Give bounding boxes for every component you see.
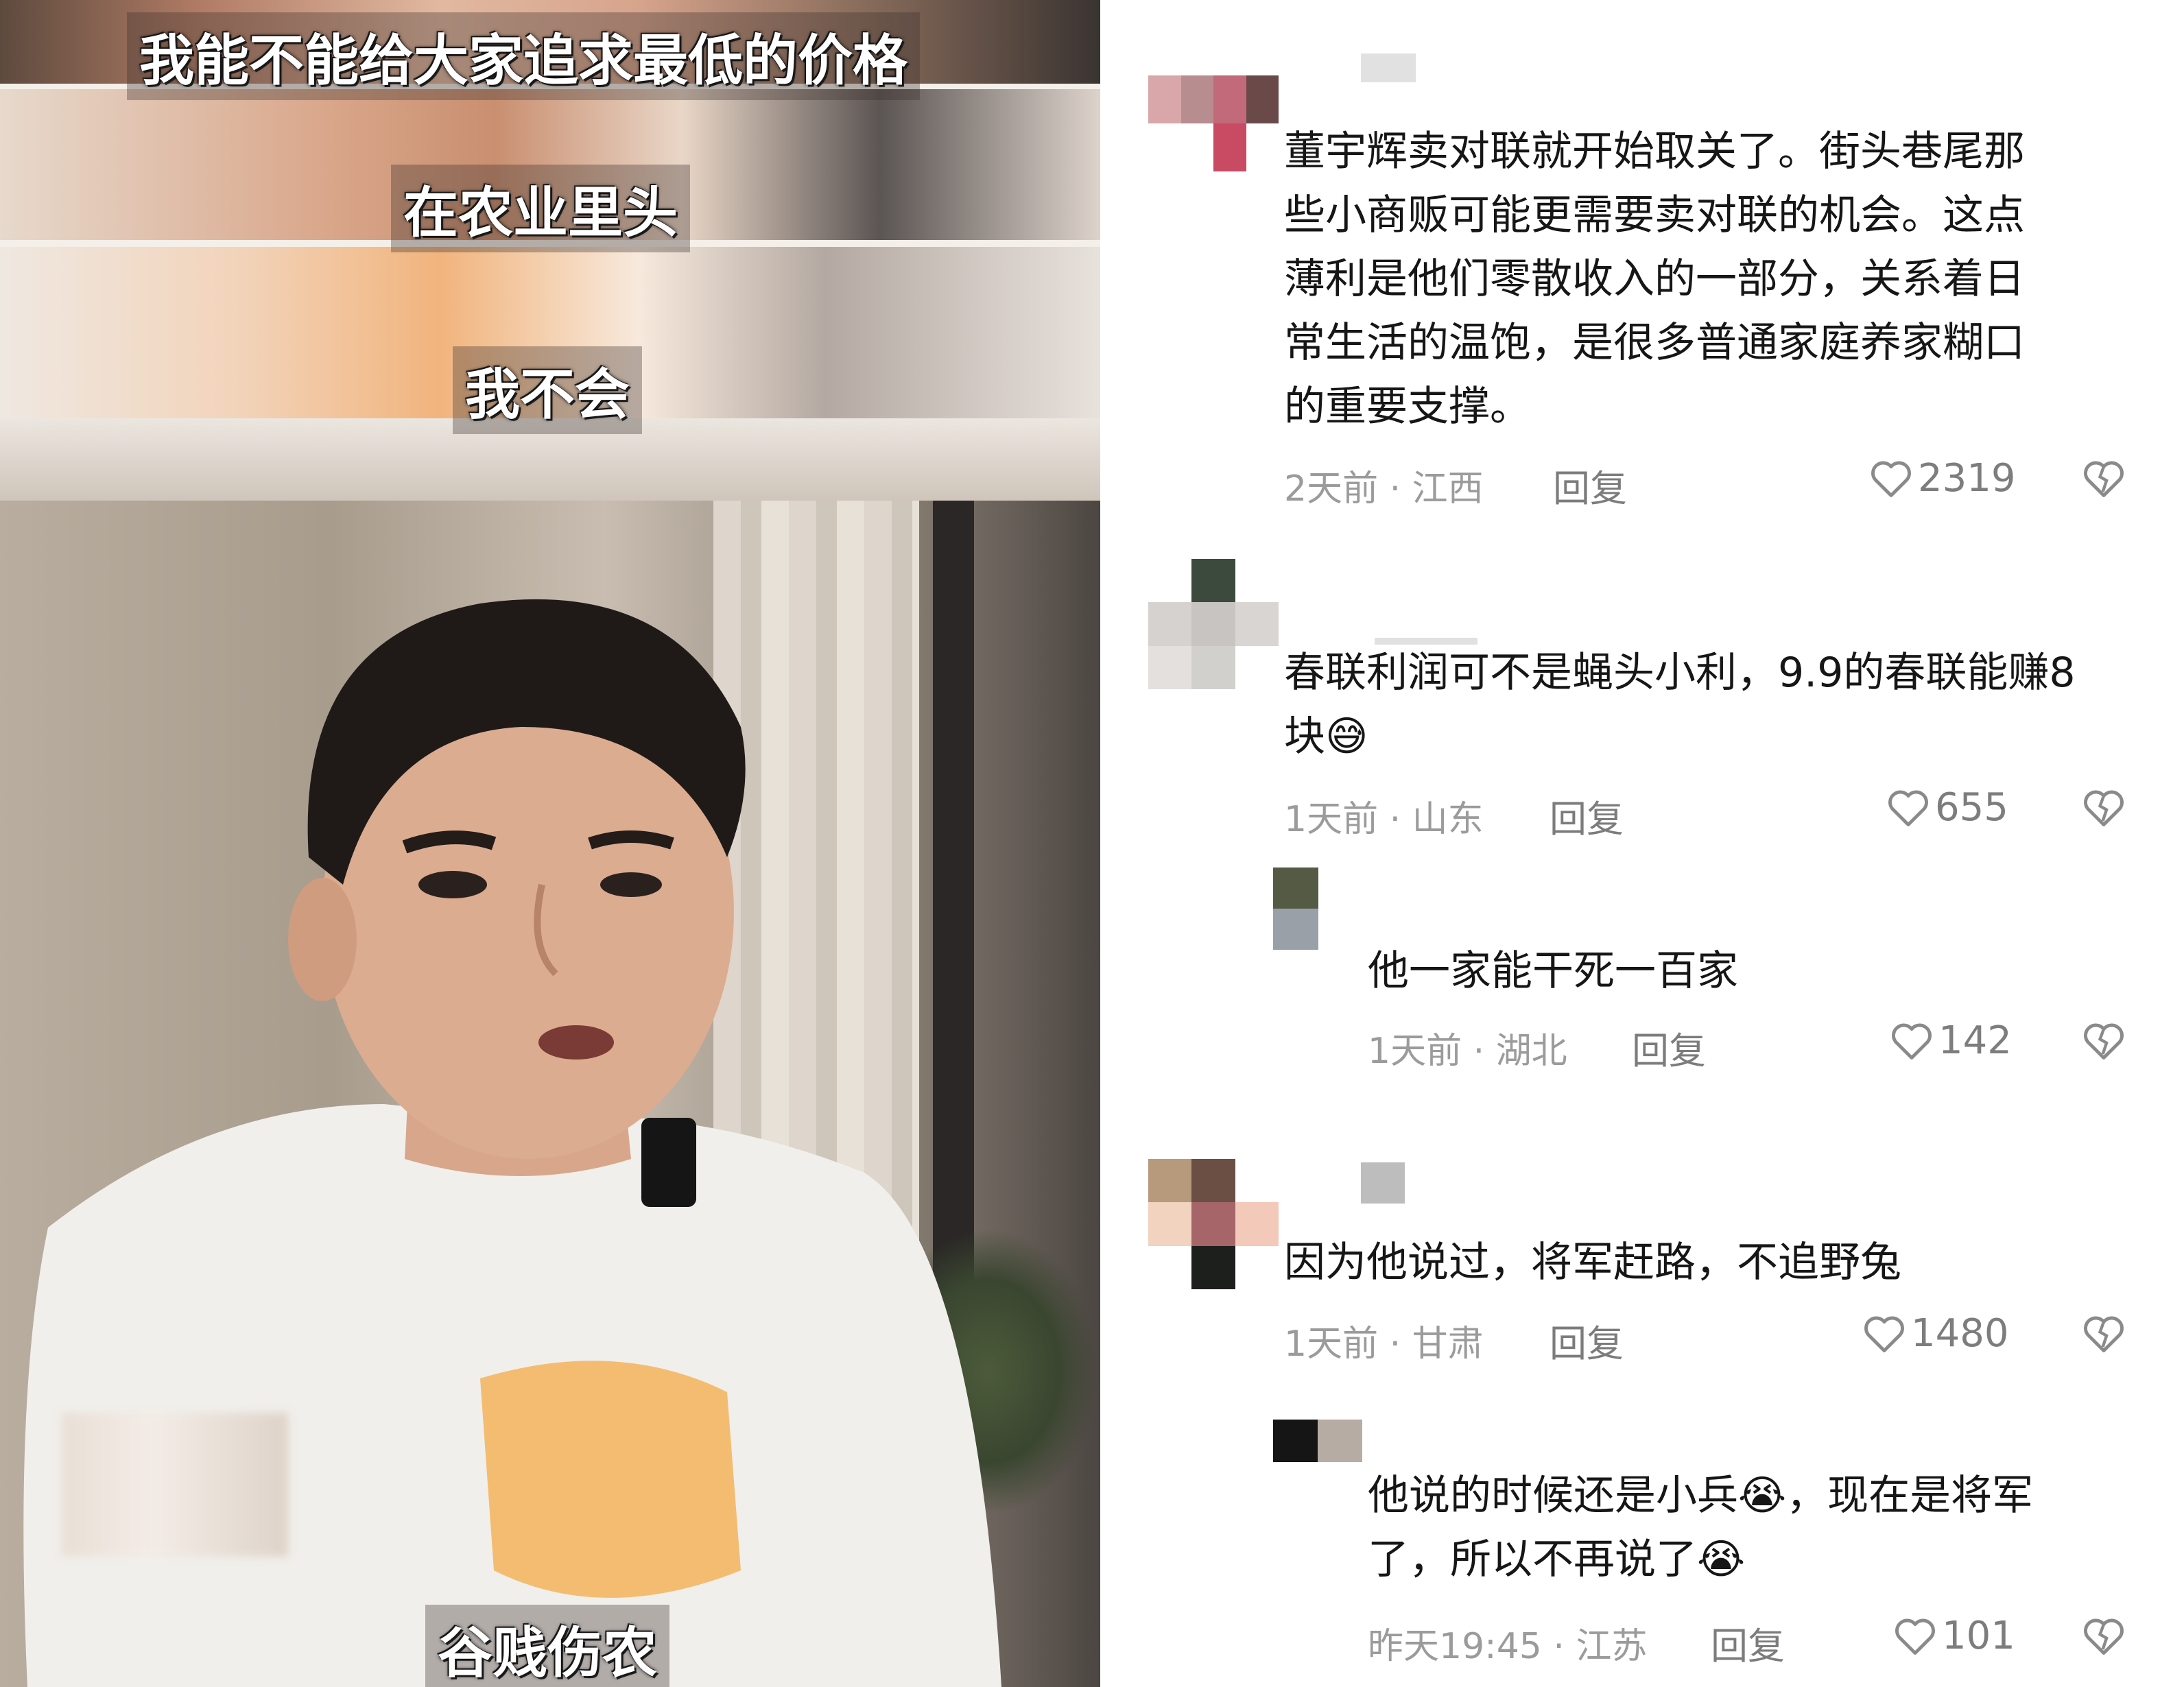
- comment-text: 董宇辉卖对联就开始取关了。街头巷尾那 些小商贩可能更需要卖对联的机会。这点 薄利…: [1284, 128, 2025, 431]
- like-count: 142: [1938, 1018, 2012, 1063]
- like-button[interactable]: 142: [1889, 1018, 2012, 1063]
- comment-text: 他一家能干死一百家: [1368, 947, 1738, 995]
- broken-heart-icon[interactable]: [2081, 787, 2126, 828]
- avatar[interactable]: [1148, 1159, 1279, 1289]
- broken-heart-icon[interactable]: [2081, 1616, 2126, 1657]
- comment-text: 因为他说过，将军赶路，不追野兔: [1284, 1239, 1901, 1287]
- comment-meta: 1天前 · 湖北: [1368, 1031, 1567, 1072]
- like-count: 2319: [1918, 456, 2016, 501]
- like-count: 101: [1942, 1614, 2015, 1658]
- like-button[interactable]: 1480: [1862, 1311, 2009, 1356]
- like-button[interactable]: 101: [1892, 1614, 2015, 1658]
- video-caption: 我不会: [453, 346, 642, 434]
- video-caption: 谷贱伤农: [425, 1605, 669, 1687]
- comment-meta: 昨天19:45 · 江苏: [1368, 1626, 1648, 1667]
- comment-meta: 1天前 · 山东: [1284, 799, 1484, 840]
- like-count: 655: [1935, 785, 2008, 830]
- comment-text: 他说的时候还是小兵😭，现在是将军 了，所以不再说了😭: [1368, 1472, 2034, 1583]
- avatar[interactable]: [1273, 1420, 1362, 1462]
- heart-outline-icon: [1892, 1023, 1932, 1060]
- like-count: 1480: [1911, 1311, 2009, 1356]
- heart-outline-icon: [1864, 1316, 1904, 1352]
- reply-button[interactable]: 回复: [1550, 789, 1624, 843]
- comment-meta: 1天前 · 甘肃: [1284, 1324, 1484, 1365]
- like-button[interactable]: 2319: [1868, 456, 2016, 501]
- video-collage: 我能不能给大家追求最低的价格 在农业里头 我不会 谷贱伤农: [0, 0, 1100, 1687]
- heart-outline-icon: [1871, 461, 1911, 497]
- comment-text: 春联利润可不是蝇头小利，9.9的春联能赚8 块😅: [1284, 649, 2076, 761]
- like-button[interactable]: 655: [1886, 785, 2008, 830]
- reply-button[interactable]: 回复: [1553, 458, 1627, 512]
- blurred-username: [1361, 53, 1416, 82]
- video-caption: 在农业里头: [391, 165, 690, 252]
- avatar[interactable]: [1148, 75, 1279, 171]
- reply-button[interactable]: 回复: [1550, 1313, 1624, 1367]
- video-caption: 我能不能给大家追求最低的价格: [127, 12, 920, 100]
- heart-outline-icon: [1888, 790, 1928, 826]
- broken-heart-icon[interactable]: [2081, 458, 2126, 499]
- comment-list[interactable]: 董宇辉卖对联就开始取关了。街头巷尾那 些小商贩可能更需要卖对联的机会。这点 薄利…: [1100, 0, 2184, 1687]
- avatar[interactable]: [1148, 559, 1279, 689]
- broken-heart-icon[interactable]: [2081, 1313, 2126, 1354]
- reply-button[interactable]: 回复: [1711, 1616, 1785, 1670]
- blurred-watermark: [62, 1413, 288, 1557]
- blurred-username: [1361, 1162, 1405, 1204]
- reply-button[interactable]: 回复: [1632, 1020, 1706, 1075]
- heart-outline-icon: [1895, 1618, 1935, 1655]
- avatar[interactable]: [1273, 868, 1318, 950]
- comment-meta: 2天前 · 江西: [1284, 468, 1484, 510]
- broken-heart-icon[interactable]: [2081, 1020, 2126, 1062]
